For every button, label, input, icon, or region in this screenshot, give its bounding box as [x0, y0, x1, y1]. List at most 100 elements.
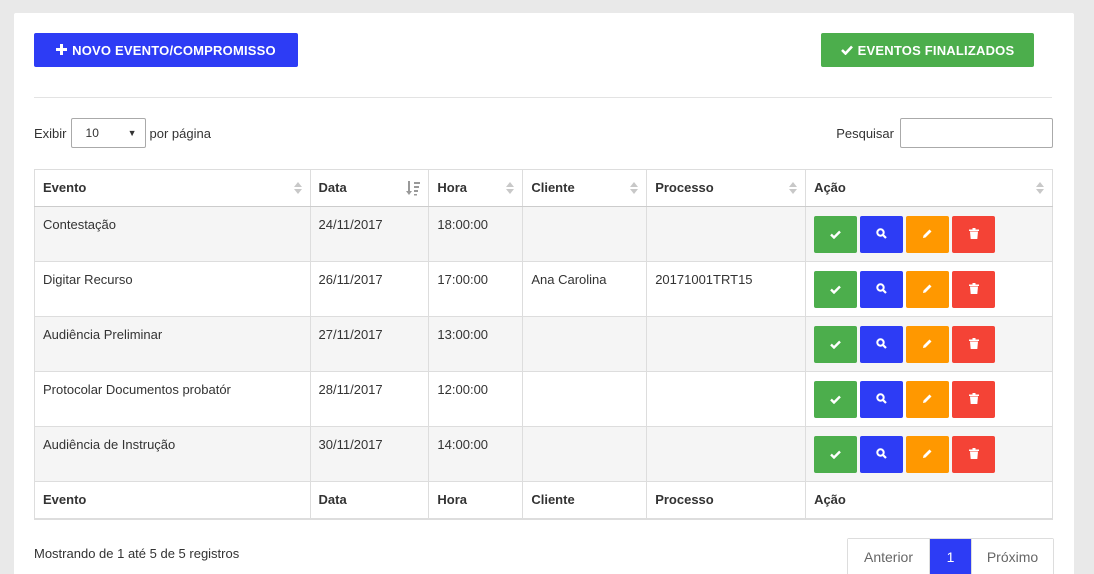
view-event-button[interactable]: [860, 381, 904, 418]
view-event-button[interactable]: [860, 271, 904, 308]
delete-event-button[interactable]: [952, 436, 996, 473]
header-cliente[interactable]: Cliente: [522, 169, 648, 207]
trash-icon: [968, 392, 979, 407]
new-event-button[interactable]: NOVO EVENTO/COMPROMISSO: [34, 33, 298, 67]
cell-evento: Contestação: [34, 206, 311, 262]
check-icon: [830, 447, 841, 462]
cell-processo: [646, 316, 807, 372]
trash-icon: [968, 447, 979, 462]
row-actions: [814, 326, 1044, 363]
pencil-icon: [922, 337, 933, 352]
new-event-label: NOVO EVENTO/COMPROMISSO: [72, 42, 276, 58]
edit-event-button[interactable]: [906, 271, 950, 308]
cell-cliente: [522, 426, 648, 482]
page-1-button[interactable]: 1: [930, 539, 971, 574]
view-event-button[interactable]: [860, 326, 904, 363]
footer-acao: Ação: [805, 481, 1053, 520]
delete-event-button[interactable]: [952, 271, 996, 308]
search-input[interactable]: [900, 118, 1053, 148]
edit-event-button[interactable]: [906, 216, 950, 253]
cell-cliente: [522, 316, 648, 372]
finished-events-button[interactable]: EVENTOS FINALIZADOS: [821, 33, 1034, 67]
table-body: Contestação 24/11/2017 18:00:00 Digitar Rec…: [34, 206, 1053, 482]
finish-event-button[interactable]: [814, 216, 858, 253]
table-row: Audiência Preliminar 27/11/2017 13:00:00: [34, 316, 1053, 372]
cell-actions: [805, 426, 1053, 482]
edit-event-button[interactable]: [906, 436, 950, 473]
cell-actions: [805, 316, 1053, 372]
divider: [34, 97, 1052, 98]
delete-event-button[interactable]: [952, 216, 996, 253]
table-row: Protocolar Documentos probatór 28/11/2017…: [34, 371, 1053, 427]
cell-hora: 12:00:00: [428, 371, 524, 427]
footer-evento: Evento: [34, 481, 311, 520]
next-page-button[interactable]: Próximo: [971, 539, 1053, 574]
finish-event-button[interactable]: [814, 271, 858, 308]
header-data[interactable]: Data: [309, 169, 430, 207]
delete-event-button[interactable]: [952, 381, 996, 418]
row-actions: [814, 436, 1044, 473]
view-event-button[interactable]: [860, 436, 904, 473]
cell-processo: 20171001TRT15: [646, 261, 807, 317]
sort-icon: [506, 182, 515, 194]
cell-processo: [646, 426, 807, 482]
edit-event-button[interactable]: [906, 381, 950, 418]
length-prefix: Exibir: [34, 125, 67, 141]
sort-icon: [1036, 182, 1044, 194]
finish-event-button[interactable]: [814, 381, 858, 418]
edit-event-button[interactable]: [906, 326, 950, 363]
cell-hora: 14:00:00: [428, 426, 524, 482]
page-length-select[interactable]: 10 ▼: [70, 118, 146, 148]
cell-evento: Audiência de Instrução: [34, 426, 311, 482]
header-acao[interactable]: Ação: [805, 169, 1053, 207]
cell-cliente: Ana Carolina: [522, 261, 648, 317]
row-actions: [814, 271, 1044, 308]
previous-page-button[interactable]: Anterior: [848, 539, 930, 574]
cell-data: 27/11/2017: [309, 316, 430, 372]
search-icon: [876, 392, 887, 407]
header-evento[interactable]: Evento: [34, 169, 311, 207]
footer-cliente: Cliente: [522, 481, 648, 520]
table-info: Mostrando de 1 até 5 de 5 registros: [34, 546, 240, 561]
cell-cliente: [522, 206, 648, 262]
cell-data: 30/11/2017: [309, 426, 430, 482]
cell-processo: [646, 371, 807, 427]
view-event-button[interactable]: [860, 216, 904, 253]
cell-hora: 17:00:00: [428, 261, 524, 317]
page-length-value: 10: [85, 126, 99, 140]
footer-processo: Processo: [646, 481, 807, 520]
finished-events-label: EVENTOS FINALIZADOS: [857, 42, 1015, 58]
footer-hora: Hora: [428, 481, 524, 520]
search-icon: [876, 282, 887, 297]
table-header-row: Evento Data Hora Cliente Processo Ação: [34, 169, 1053, 207]
check-icon: [830, 282, 841, 297]
search-icon: [876, 337, 887, 352]
check-icon: [830, 337, 841, 352]
pencil-icon: [922, 392, 933, 407]
cell-hora: 13:00:00: [428, 316, 524, 372]
footer-data: Data: [309, 481, 430, 520]
pencil-icon: [922, 447, 933, 462]
length-suffix: por página: [149, 125, 211, 141]
check-icon: [830, 227, 841, 242]
cell-evento: Digitar Recurso: [34, 261, 311, 317]
cell-cliente: [522, 371, 648, 427]
check-icon: [830, 392, 841, 407]
finish-event-button[interactable]: [814, 326, 858, 363]
caret-down-icon: ▼: [127, 128, 137, 138]
table-row: Digitar Recurso 26/11/2017 17:00:00 Ana Car…: [34, 261, 1053, 317]
finish-event-button[interactable]: [814, 436, 858, 473]
search-control: Pesquisar: [836, 118, 1053, 148]
header-hora[interactable]: Hora: [428, 169, 524, 207]
row-actions: [814, 381, 1044, 418]
events-panel: NOVO EVENTO/COMPROMISSO EVENTOS FINALIZA…: [14, 13, 1074, 574]
trash-icon: [968, 282, 979, 297]
cell-processo: [646, 206, 807, 262]
cell-data: 26/11/2017: [309, 261, 430, 317]
header-processo[interactable]: Processo: [646, 169, 807, 207]
delete-event-button[interactable]: [952, 326, 996, 363]
sort-icon: [293, 182, 302, 194]
cell-actions: [805, 206, 1053, 262]
search-label: Pesquisar: [836, 125, 894, 141]
cell-evento: Audiência Preliminar: [34, 316, 311, 372]
